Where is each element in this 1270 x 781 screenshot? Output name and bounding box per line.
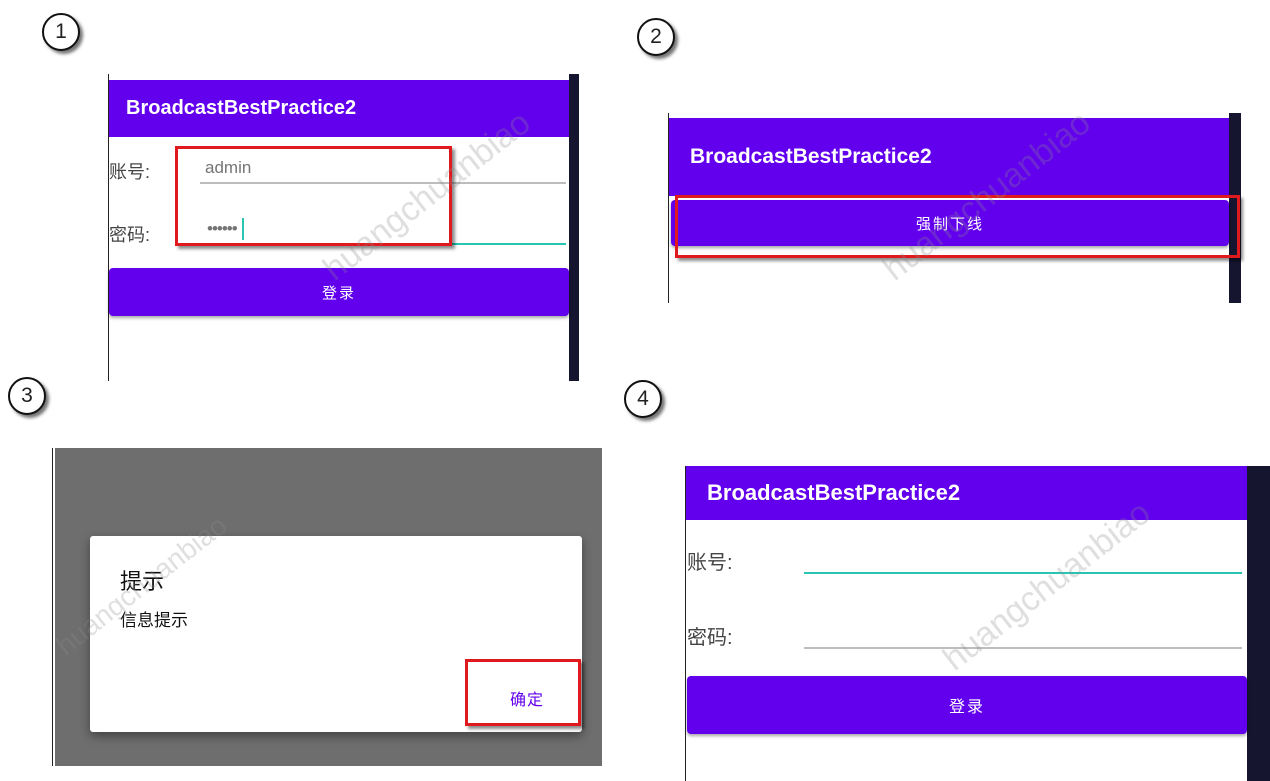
panel-3-left-border [52,448,53,766]
account-label: 账号: [687,552,733,574]
watermark: huangchuanbiao [935,493,1158,679]
account-label: 账号: [109,162,151,182]
step-badge-3: 3 [8,377,46,415]
login-button[interactable]: 登录 [687,676,1247,734]
step-badge-2: 2 [637,18,675,56]
panel-4-edge [1247,466,1270,781]
account-input-underline[interactable] [804,572,1242,574]
password-label: 密码: [687,627,733,649]
highlight-confirm [465,659,581,726]
app-bar-title: BroadcastBestPractice2 [686,466,1247,520]
step-badge-4: 4 [624,380,662,418]
panel-1-edge [569,74,579,381]
password-input-underline[interactable] [804,647,1242,649]
app-bar-title: BroadcastBestPractice2 [669,118,1229,196]
step-badge-1: 1 [42,13,80,51]
password-label: 密码: [109,225,151,245]
